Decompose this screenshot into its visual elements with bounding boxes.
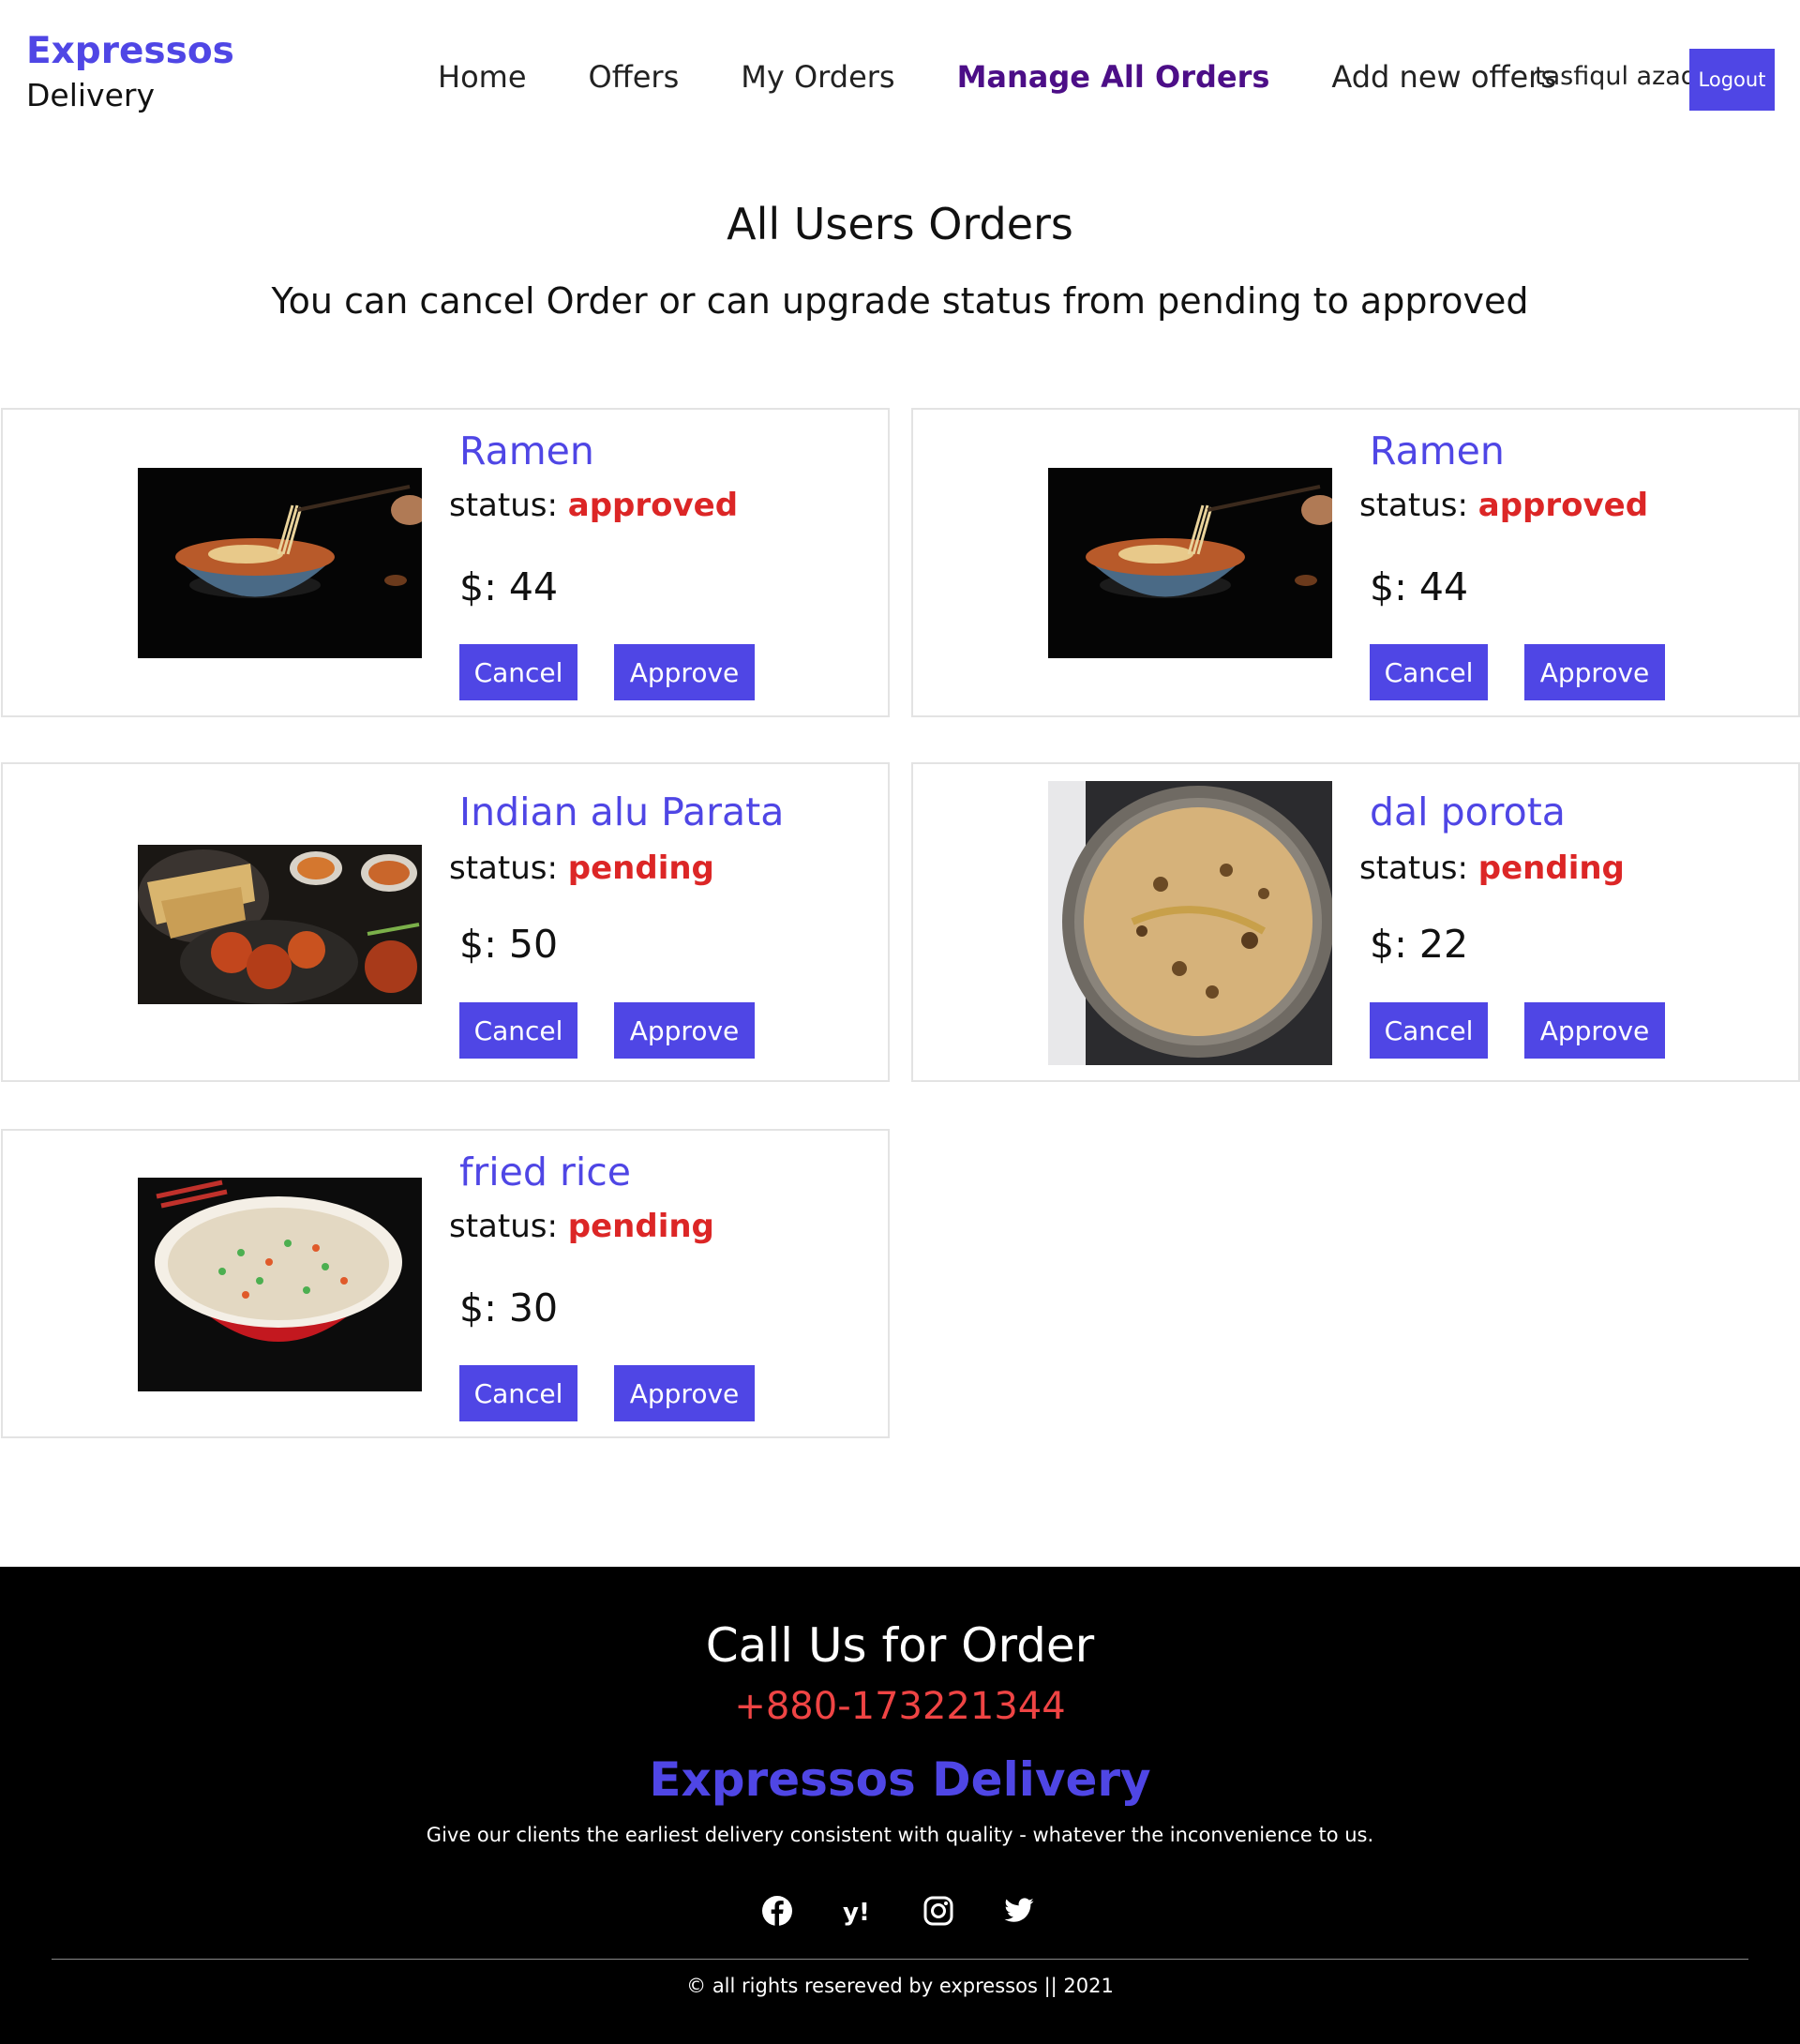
cancel-button[interactable]: Cancel xyxy=(459,1365,578,1421)
nav-manage-all-orders[interactable]: Manage All Orders xyxy=(957,58,1270,96)
status-label: status: xyxy=(1359,849,1468,887)
page-title: All Users Orders xyxy=(727,199,1073,249)
order-status: status: approved xyxy=(449,487,738,524)
order-price: $: 50 xyxy=(459,922,559,967)
approve-button[interactable]: Approve xyxy=(1524,644,1665,700)
order-card: fried rice status: pending $: 30 Cancel … xyxy=(1,1129,890,1438)
status-value: approved xyxy=(1478,487,1649,524)
footer-phone[interactable]: +880-173221344 xyxy=(0,1685,1800,1728)
paratha-plate-image xyxy=(1048,781,1332,1065)
nav-home[interactable]: Home xyxy=(438,58,527,96)
yahoo-icon[interactable]: y! xyxy=(842,1895,874,1927)
order-price: $: 30 xyxy=(459,1285,559,1330)
order-card: Indian alu Parata status: pending $: 50 … xyxy=(1,762,890,1082)
fried-rice-bowl-image xyxy=(138,1178,422,1391)
food-name: Indian alu Parata xyxy=(459,789,785,834)
nav-my-orders[interactable]: My Orders xyxy=(741,58,894,96)
order-card: Ramen status: approved $: 44 Cancel Appr… xyxy=(1,408,890,717)
status-value: pending xyxy=(1478,849,1625,887)
food-name: fried rice xyxy=(459,1150,631,1195)
main-nav: Home Offers My Orders Manage All Orders … xyxy=(438,58,1556,96)
brand-logo[interactable]: Expressos Delivery xyxy=(26,28,234,116)
cancel-button[interactable]: Cancel xyxy=(459,1002,578,1059)
status-value: pending xyxy=(567,1208,714,1245)
user-name: tasfiqul azad xyxy=(1535,62,1697,91)
status-label: status: xyxy=(1359,487,1468,524)
approve-button[interactable]: Approve xyxy=(614,1365,755,1421)
ramen-bowl-image xyxy=(138,468,422,658)
indian-platter-image xyxy=(138,845,422,1004)
order-status: status: pending xyxy=(449,1208,714,1245)
cancel-button[interactable]: Cancel xyxy=(1370,1002,1488,1059)
instagram-icon[interactable] xyxy=(922,1895,954,1927)
svg-text:y!: y! xyxy=(843,1899,870,1927)
nav-offers[interactable]: Offers xyxy=(589,58,680,96)
footer-copyright: © all rights resereved by expressos || 2… xyxy=(686,1975,1114,1997)
status-label: status: xyxy=(449,1208,558,1245)
order-price: $: 44 xyxy=(459,564,559,609)
footer-divider xyxy=(52,1959,1748,1960)
food-name: Ramen xyxy=(1370,428,1505,473)
order-price: $: 44 xyxy=(1370,564,1469,609)
approve-button[interactable]: Approve xyxy=(614,644,755,700)
twitter-icon[interactable] xyxy=(1003,1895,1035,1927)
food-name: Ramen xyxy=(459,428,594,473)
order-status: status: pending xyxy=(1359,849,1625,887)
approve-button[interactable]: Approve xyxy=(614,1002,755,1059)
site-header: Expressos Delivery Home Offers My Orders… xyxy=(0,0,1800,164)
status-value: approved xyxy=(567,487,739,524)
order-status: status: pending xyxy=(449,849,714,887)
order-price: $: 22 xyxy=(1370,922,1469,967)
order-card: dal porota status: pending $: 22 Cancel … xyxy=(911,762,1800,1082)
footer-call-title: Call Us for Order xyxy=(705,1618,1095,1673)
site-footer: Call Us for Order +880-173221344 Express… xyxy=(0,1567,1800,2044)
ramen-bowl-image xyxy=(1048,468,1332,658)
status-label: status: xyxy=(449,849,558,887)
logout-button[interactable]: Logout xyxy=(1689,49,1775,111)
page-subtitle: You can cancel Order or can upgrade stat… xyxy=(271,280,1529,322)
food-name: dal porota xyxy=(1370,789,1566,834)
nav-add-new-offers[interactable]: Add new offers xyxy=(1331,58,1556,96)
order-status: status: approved xyxy=(1359,487,1648,524)
brand-name: Expressos xyxy=(26,30,234,72)
approve-button[interactable]: Approve xyxy=(1524,1002,1665,1059)
status-value: pending xyxy=(567,849,714,887)
status-label: status: xyxy=(449,487,558,524)
order-card: Ramen status: approved $: 44 Cancel Appr… xyxy=(911,408,1800,717)
footer-brand: Expressos Delivery xyxy=(649,1752,1151,1807)
footer-tagline: Give our clients the earliest delivery c… xyxy=(426,1824,1374,1846)
brand-subtitle: Delivery xyxy=(26,77,155,113)
social-links: y! xyxy=(761,1895,1035,1927)
cancel-button[interactable]: Cancel xyxy=(459,644,578,700)
facebook-icon[interactable] xyxy=(761,1895,793,1927)
cancel-button[interactable]: Cancel xyxy=(1370,644,1488,700)
